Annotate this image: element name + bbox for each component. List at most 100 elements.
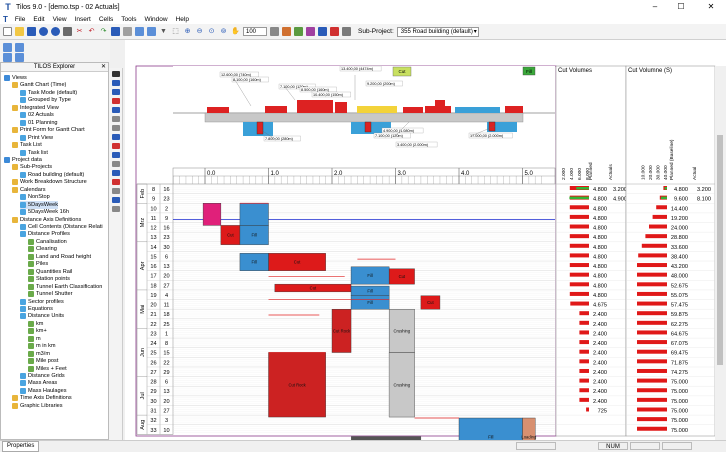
pan-icon[interactable]: ✋ — [231, 27, 240, 36]
delete-icon[interactable] — [111, 27, 120, 36]
grid-icon[interactable] — [147, 27, 156, 36]
chart-icon[interactable] — [294, 27, 303, 36]
settings-icon[interactable] — [342, 27, 351, 36]
milestone-tool-icon[interactable] — [111, 143, 120, 149]
zoom-in-icon[interactable]: ⊕ — [183, 27, 192, 36]
menu-tools[interactable]: Tools — [117, 16, 140, 23]
text-tool-icon[interactable] — [111, 116, 120, 122]
table-icon[interactable] — [135, 27, 144, 36]
item-icon — [28, 358, 34, 365]
menu-insert[interactable]: Insert — [71, 16, 95, 23]
maximize-button[interactable]: ☐ — [670, 0, 692, 14]
zoom-area-icon[interactable]: ⊚ — [219, 27, 228, 36]
planned-value: 4.800 — [593, 254, 607, 260]
area-tool-icon[interactable] — [111, 170, 120, 176]
save-icon[interactable] — [27, 27, 36, 36]
properties-icon[interactable] — [123, 27, 132, 36]
calendar-icon[interactable] — [318, 27, 327, 36]
tree-icon[interactable] — [3, 43, 12, 52]
bar-tool-icon[interactable] — [111, 89, 120, 95]
integrated-view[interactable]: Cut Fill 12.600,00 (740m) 8.100,00 (160m) 13… — [125, 40, 726, 440]
week-number: 14 — [150, 245, 156, 251]
planned-value: 2.400 — [593, 331, 607, 337]
zoom-out-icon[interactable]: ⊖ — [195, 27, 204, 36]
print-preview-icon[interactable] — [270, 27, 279, 36]
menu-edit[interactable]: Edit — [29, 16, 48, 23]
volume-axis-label: 40.000 — [663, 165, 669, 180]
section-block — [335, 102, 347, 113]
panel-frame — [555, 65, 627, 437]
zoom-fit-icon[interactable]: ⊙ — [207, 27, 216, 36]
planned-bar — [637, 282, 667, 287]
planned-bar — [569, 282, 589, 287]
minimize-button[interactable]: – — [644, 0, 666, 14]
scrollbar-thumb[interactable] — [717, 135, 723, 365]
menu-view[interactable]: View — [49, 16, 71, 23]
task-tool-icon[interactable] — [111, 80, 120, 86]
zoom-input[interactable]: 100 — [243, 27, 267, 36]
cut-icon[interactable]: ✂ — [75, 27, 84, 36]
forward-icon[interactable] — [51, 27, 60, 36]
planned-value: 2.400 — [593, 360, 607, 366]
link-tool-icon[interactable] — [111, 134, 120, 140]
menu-cells[interactable]: Cells — [95, 16, 117, 23]
time-distance-chart[interactable]: Cut Fill12.600,00 (740m)8.100,00 (160m)13… — [125, 40, 726, 440]
planned-bar — [637, 301, 667, 306]
distance-tick-label: 5.0 — [525, 171, 534, 177]
column-header: Actual — [692, 167, 698, 180]
close-button[interactable]: ✕ — [700, 0, 722, 14]
print-icon[interactable] — [63, 27, 72, 36]
edit-icon[interactable] — [306, 27, 315, 36]
day-number: 15 — [163, 351, 169, 357]
month-label: Apr — [140, 261, 146, 270]
export-icon[interactable] — [282, 27, 291, 36]
item-icon — [20, 134, 26, 141]
properties-tab[interactable]: Properties — [2, 441, 40, 452]
section-block — [207, 107, 229, 113]
tree-collapse-icon[interactable] — [15, 43, 24, 52]
undo-icon[interactable]: ↶ — [87, 27, 96, 36]
subproject-select[interactable]: 355 Road building (default) ▾ — [396, 26, 479, 37]
menu-file[interactable]: File — [11, 16, 29, 23]
line-tool-icon[interactable] — [111, 98, 120, 104]
item-icon — [20, 149, 26, 156]
planned-bar — [637, 263, 667, 268]
tree-expand-icon[interactable] — [3, 53, 12, 62]
split-tool-icon[interactable] — [111, 152, 120, 158]
planned-value: 9.600 — [674, 197, 688, 203]
week-number: 27 — [150, 370, 156, 376]
haulage-tool-icon[interactable] — [111, 179, 120, 185]
select-icon[interactable]: ⬚ — [171, 27, 180, 36]
grid-tool-icon[interactable] — [111, 206, 120, 212]
close-icon[interactable]: ✕ — [101, 63, 106, 72]
tree-sync-icon[interactable] — [15, 53, 24, 62]
task-label: Fill — [367, 288, 372, 293]
item-icon — [28, 253, 34, 260]
explorer-panel: TILOS Explorer ✕ Views Gantt Chart (Time) T… — [0, 62, 109, 440]
open-folder-icon[interactable] — [15, 27, 24, 36]
flag-icon[interactable] — [330, 27, 339, 36]
tree-node[interactable]: Graphic Libraries — [12, 402, 63, 410]
week-number: 19 — [150, 293, 156, 299]
pointer-icon[interactable] — [111, 71, 120, 77]
redo-icon[interactable]: ↷ — [99, 27, 108, 36]
back-icon[interactable] — [39, 27, 48, 36]
shape-tool-icon[interactable] — [111, 125, 120, 131]
planned-bar — [641, 243, 667, 248]
planned-bar — [656, 205, 667, 210]
picture-tool-icon[interactable] — [111, 161, 120, 167]
folder-icon — [4, 156, 10, 163]
task-label: Cut — [227, 233, 234, 238]
item-icon — [20, 313, 26, 320]
menu-window[interactable]: Window — [140, 16, 171, 23]
chevron-down-icon: ▾ — [473, 28, 477, 35]
filter-icon[interactable]: ▼ — [159, 27, 168, 36]
planned-value: 4.800 — [674, 187, 688, 193]
block-tool-icon[interactable] — [111, 107, 120, 113]
measure-tool-icon[interactable] — [111, 188, 120, 194]
week-number: 24 — [150, 341, 156, 347]
menu-help[interactable]: Help — [172, 16, 193, 23]
folder-icon — [12, 186, 18, 193]
legend-tool-icon[interactable] — [111, 197, 120, 203]
new-file-icon[interactable] — [3, 27, 12, 36]
